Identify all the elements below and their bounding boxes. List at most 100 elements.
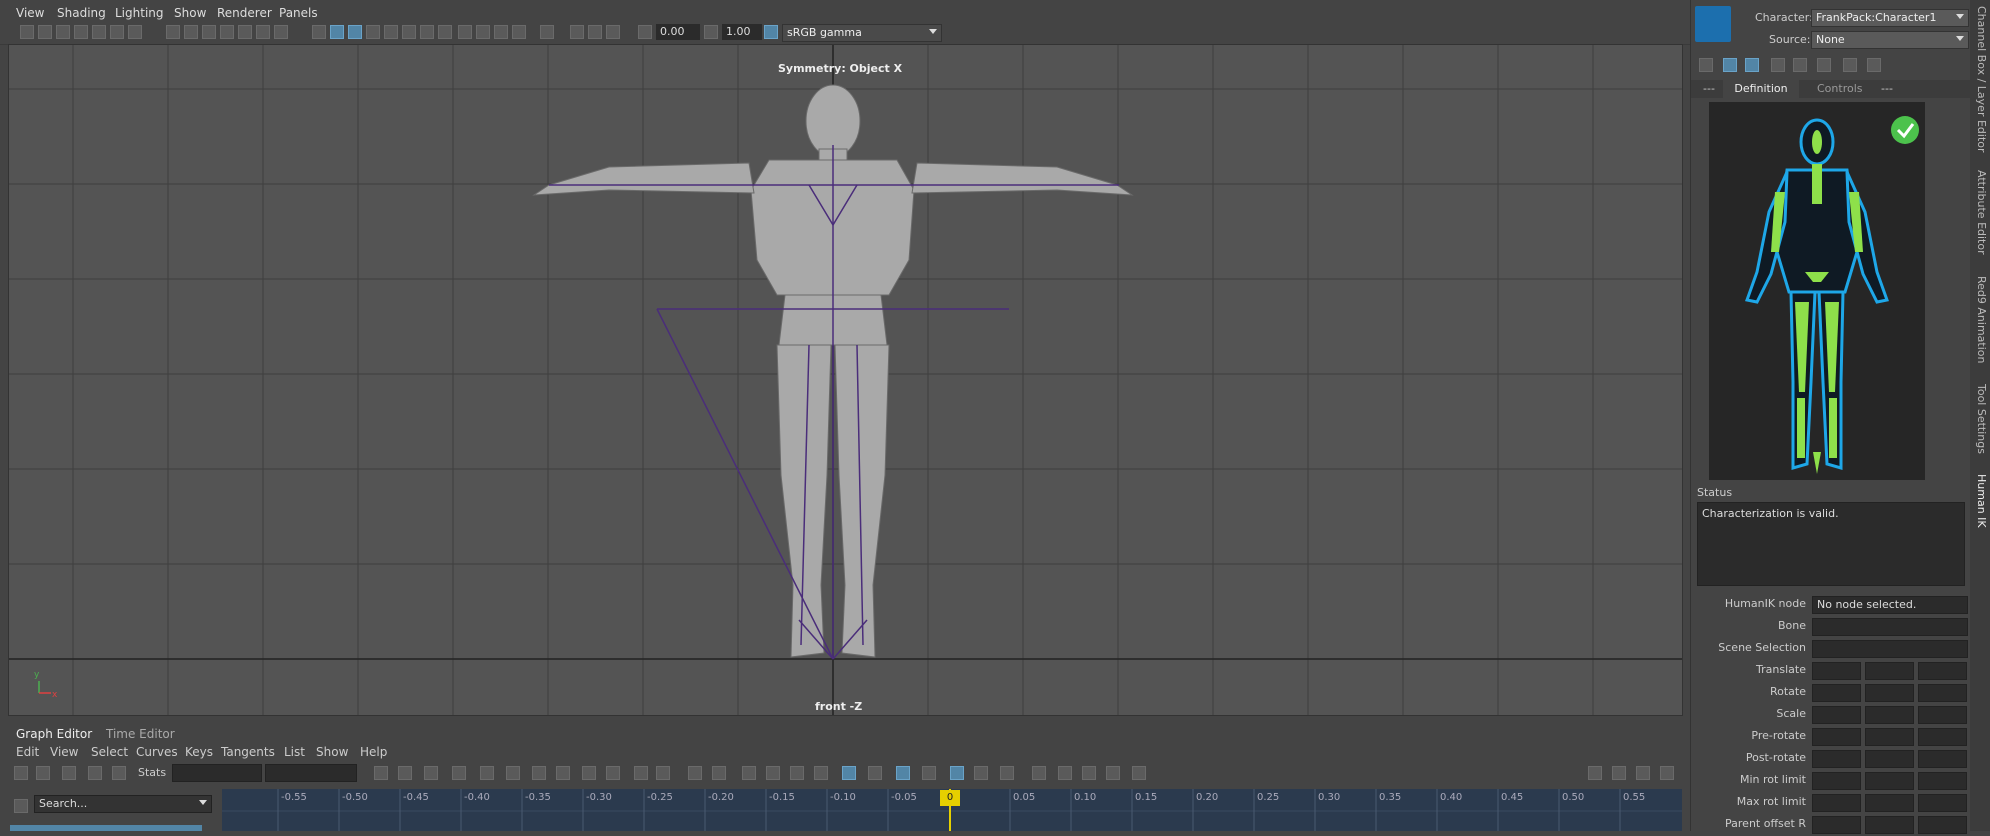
property-field[interactable] [1812,772,1861,790]
character-definition-view[interactable] [1709,102,1925,480]
film-gate-icon[interactable] [184,25,198,39]
property-field[interactable] [1865,794,1914,812]
ge-menu-curves[interactable]: Curves [136,745,178,759]
ge-menu-select[interactable]: Select [91,745,128,759]
xray-icon[interactable] [384,25,398,39]
tab-controls[interactable]: Controls [1817,82,1863,95]
tab-human-ik[interactable]: Human IK [1975,474,1988,528]
clamped-tangent-icon[interactable] [506,766,520,780]
property-field[interactable] [1918,684,1967,702]
ge-menu-list[interactable]: List [284,745,305,759]
property-field[interactable] [1812,640,1968,658]
menu-shading[interactable]: Shading [57,6,106,20]
snap-keys-icon[interactable] [842,766,856,780]
property-field[interactable] [1865,816,1914,834]
pin-icon[interactable] [814,766,828,780]
wireframe-icon[interactable] [312,25,326,39]
tab-definition[interactable]: Definition [1723,80,1799,98]
property-field[interactable] [1918,750,1967,768]
field-chart-icon[interactable] [238,25,252,39]
pen-icon[interactable] [128,25,142,39]
absolute-view-icon[interactable] [950,766,964,780]
outliner-selected-row[interactable] [10,825,202,831]
gamma-field[interactable]: 1.00 [722,24,762,40]
viewport-3d[interactable]: Symmetry: Object X front -Z y x [8,44,1683,716]
property-field[interactable] [1865,728,1914,746]
menu-panels[interactable]: Panels [279,6,318,20]
stacked-curves-icon[interactable] [974,766,988,780]
pan-zoom-icon[interactable] [588,25,602,39]
swap-buffer-icon[interactable] [656,766,670,780]
tab-red9-animation[interactable]: Red9 Animation [1975,276,1988,363]
property-field[interactable] [1812,750,1861,768]
property-field[interactable] [1918,728,1967,746]
unify-tangent-icon[interactable] [712,766,726,780]
isolate-select-icon[interactable] [512,25,526,39]
cycle-icon[interactable] [1032,766,1046,780]
gate-mask-icon[interactable] [220,25,234,39]
move-key-icon[interactable] [14,766,28,780]
color-management-icon[interactable] [764,25,778,39]
outliner-filter-icon[interactable] [14,799,28,813]
camera-attributes-icon[interactable] [38,25,52,39]
frame-all-icon[interactable] [374,766,388,780]
property-field[interactable] [1918,706,1967,724]
resolution-gate-icon[interactable] [202,25,216,39]
property-field[interactable] [1812,816,1861,834]
load-folder-icon[interactable] [1771,58,1785,72]
time-editor-icon[interactable] [1660,766,1674,780]
constant-infinity-icon[interactable] [1132,766,1146,780]
lights-icon[interactable] [402,25,416,39]
property-field[interactable] [1812,728,1861,746]
move-view-icon[interactable] [1588,766,1602,780]
save-icon[interactable] [1793,58,1807,72]
property-field[interactable] [1865,750,1914,768]
tab-channel-box[interactable]: Channel Box / Layer Editor [1975,6,1988,153]
stats-field-2[interactable] [265,764,357,782]
menu-show[interactable]: Show [174,6,206,20]
mirror-icon[interactable] [1745,58,1759,72]
skeleton-icon[interactable] [1843,58,1857,72]
delete-icon[interactable] [1817,58,1831,72]
ge-menu-tangents[interactable]: Tangents [221,745,275,759]
bookmark-icon[interactable] [56,25,70,39]
normalize-icon[interactable] [868,766,882,780]
tab-attribute-editor[interactable]: Attribute Editor [1975,170,1988,255]
snap-icon[interactable] [110,25,124,39]
grease-pencil-icon[interactable] [92,25,106,39]
shadows-icon[interactable] [420,25,434,39]
exposure-icon[interactable] [638,25,652,39]
camera-gate-icon[interactable] [570,25,584,39]
frame-playback-icon[interactable] [424,766,438,780]
lattice-icon[interactable] [62,766,76,780]
property-field[interactable] [1918,816,1967,834]
property-field[interactable] [1865,684,1914,702]
ge-menu-view[interactable]: View [50,745,78,759]
xray-joints-icon[interactable] [540,25,554,39]
create-icon[interactable] [1699,58,1713,72]
cycle-offset-icon[interactable] [1058,766,1072,780]
exposure-field[interactable]: 0.00 [656,24,700,40]
depth-of-field-icon[interactable] [494,25,508,39]
lock-icon[interactable] [1723,58,1737,72]
linear-tangent-icon[interactable] [532,766,546,780]
property-field[interactable] [1812,684,1861,702]
humanik-logo-icon[interactable] [1695,6,1731,42]
insert-key-icon[interactable] [36,766,50,780]
property-field[interactable] [1812,662,1861,680]
current-frame-marker[interactable]: 0 [940,790,960,806]
pre-infinity-icon[interactable] [922,766,936,780]
twod-pan-icon[interactable] [606,25,620,39]
auto-tangent-icon[interactable] [452,766,466,780]
source-dropdown[interactable]: None [1811,31,1969,49]
property-field[interactable] [1865,662,1914,680]
colorspace-dropdown[interactable]: sRGB gamma [782,24,942,42]
figure-icon[interactable] [1867,58,1881,72]
tab-prev[interactable]: --- [1703,82,1715,95]
property-field[interactable] [1812,618,1968,636]
ge-menu-help[interactable]: Help [360,745,387,759]
ge-menu-edit[interactable]: Edit [16,745,39,759]
safe-action-icon[interactable] [256,25,270,39]
ambient-occlusion-icon[interactable] [438,25,452,39]
step-tangent-icon[interactable] [582,766,596,780]
